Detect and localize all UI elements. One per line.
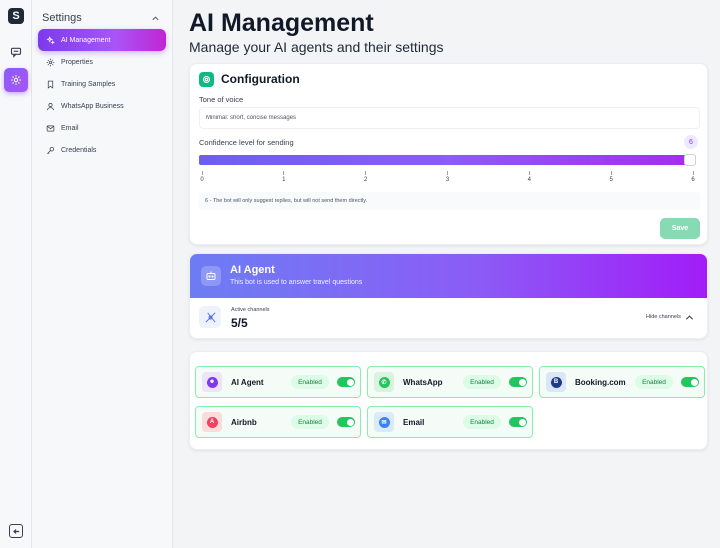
sidebar-item-properties[interactable]: Properties [38, 51, 166, 73]
configuration-card: Configuration Tone of voice Confidence l… [189, 63, 708, 245]
bookmark-icon [47, 80, 54, 89]
channel-card-booking: B Booking.com Enabled [539, 366, 705, 398]
confidence-hint: 6 - The bot will only suggest replies, b… [199, 192, 700, 210]
configuration-title: Configuration [221, 72, 300, 86]
channel-name: Booking.com [575, 378, 626, 387]
channel-toggle[interactable] [509, 377, 527, 387]
sidebar-item-label: Email [61, 124, 79, 132]
active-channels-count: 5/5 [231, 316, 248, 330]
ai-agent-card: AI Agent This bot is used to answer trav… [189, 253, 708, 339]
slider-handle[interactable] [684, 154, 696, 166]
sidebar-item-ai-management[interactable]: AI Management [38, 29, 166, 51]
confidence-value-badge: 6 [684, 135, 698, 149]
confidence-label: Confidence level for sending [199, 138, 294, 147]
status-badge: Enabled [291, 375, 329, 389]
mail-icon: ✉ [374, 412, 394, 432]
channel-card-whatsapp: ✆ WhatsApp Enabled [367, 366, 533, 398]
chevron-up-icon[interactable] [151, 14, 160, 23]
slider-tick: 2 [361, 171, 371, 183]
main-content: AI Management Manage your AI agents and … [173, 0, 720, 548]
sidebar-item-credentials[interactable]: Credentials [38, 139, 166, 161]
chat-icon[interactable] [6, 42, 26, 62]
airbnb-icon: A [202, 412, 222, 432]
channel-name: AI Agent [231, 378, 264, 387]
hide-channels-label: Hide channels [646, 314, 681, 320]
slider-tick: 0 [197, 171, 207, 183]
sidebar-item-label: AI Management [61, 36, 111, 44]
status-badge: Enabled [463, 375, 501, 389]
page-title: AI Management [189, 9, 374, 37]
chevron-up-icon [685, 314, 693, 320]
tone-of-voice-input[interactable] [199, 107, 700, 129]
status-badge: Enabled [635, 375, 673, 389]
sidebar-item-label: Credentials [61, 146, 97, 154]
slider-tick: 3 [443, 171, 453, 183]
gear-icon [46, 58, 55, 66]
channel-card-airbnb: A Airbnb Enabled [195, 406, 361, 438]
booking-icon: B [546, 372, 566, 392]
channels-panel: ☻ AI Agent Enabled ✆ WhatsApp Enabled B … [189, 351, 708, 450]
channel-card-ai-agent: ☻ AI Agent Enabled [195, 366, 361, 398]
channel-toggle[interactable] [337, 417, 355, 427]
slider-tick: 1 [279, 171, 289, 183]
mail-icon [46, 125, 55, 131]
channel-toggle[interactable] [509, 417, 527, 427]
settings-sidebar: Settings AI Management Properties Traini… [32, 0, 173, 548]
hide-channels-button[interactable]: Hide channels [646, 312, 694, 322]
sparkles-icon [46, 35, 55, 45]
channel-name: WhatsApp [403, 378, 443, 387]
channels-icon [199, 306, 221, 328]
sidebar-item-training-samples[interactable]: Training Samples [38, 73, 166, 95]
sidebar-header[interactable]: Settings [42, 11, 160, 25]
whatsapp-icon: ✆ [374, 372, 394, 392]
user-icon [46, 102, 55, 110]
page-subtitle: Manage your AI agents and their settings [189, 39, 444, 55]
slider-ticks: 0 1 2 3 4 5 6 [199, 171, 696, 191]
sidebar-item-label: WhatsApp Business [61, 102, 124, 110]
channel-toggle[interactable] [681, 377, 699, 387]
collapse-left-icon[interactable] [9, 524, 23, 538]
slider-tick: 6 [688, 171, 698, 183]
settings-icon [199, 72, 214, 87]
status-badge: Enabled [463, 415, 501, 429]
slider-fill [199, 155, 696, 165]
channel-toggle[interactable] [337, 377, 355, 387]
sidebar-item-label: Properties [61, 58, 93, 66]
channel-name: Email [403, 418, 425, 427]
tone-label: Tone of voice [199, 95, 244, 104]
active-channels-label: Active channels [231, 307, 270, 313]
gear-icon[interactable] [4, 68, 28, 92]
robot-icon: ☻ [202, 372, 222, 392]
sidebar-item-email[interactable]: Email [38, 117, 166, 139]
channel-card-email: ✉ Email Enabled [367, 406, 533, 438]
confidence-slider[interactable] [199, 154, 696, 166]
slider-tick: 5 [606, 171, 616, 183]
agent-banner: AI Agent This bot is used to answer trav… [190, 254, 707, 298]
sidebar-item-label: Training Samples [61, 80, 116, 88]
agent-description: This bot is used to answer travel questi… [230, 279, 363, 286]
channel-name: Airbnb [231, 418, 257, 427]
app-logo-icon[interactable]: S [8, 8, 24, 24]
slider-tick: 4 [524, 171, 534, 183]
sidebar-item-whatsapp-business[interactable]: WhatsApp Business [38, 95, 166, 117]
status-badge: Enabled [291, 415, 329, 429]
robot-icon [201, 266, 221, 286]
key-icon [47, 146, 55, 154]
icon-rail: S [0, 0, 32, 548]
save-button[interactable]: Save [660, 218, 700, 239]
agent-name: AI Agent [230, 264, 275, 276]
sidebar-title: Settings [42, 12, 82, 24]
